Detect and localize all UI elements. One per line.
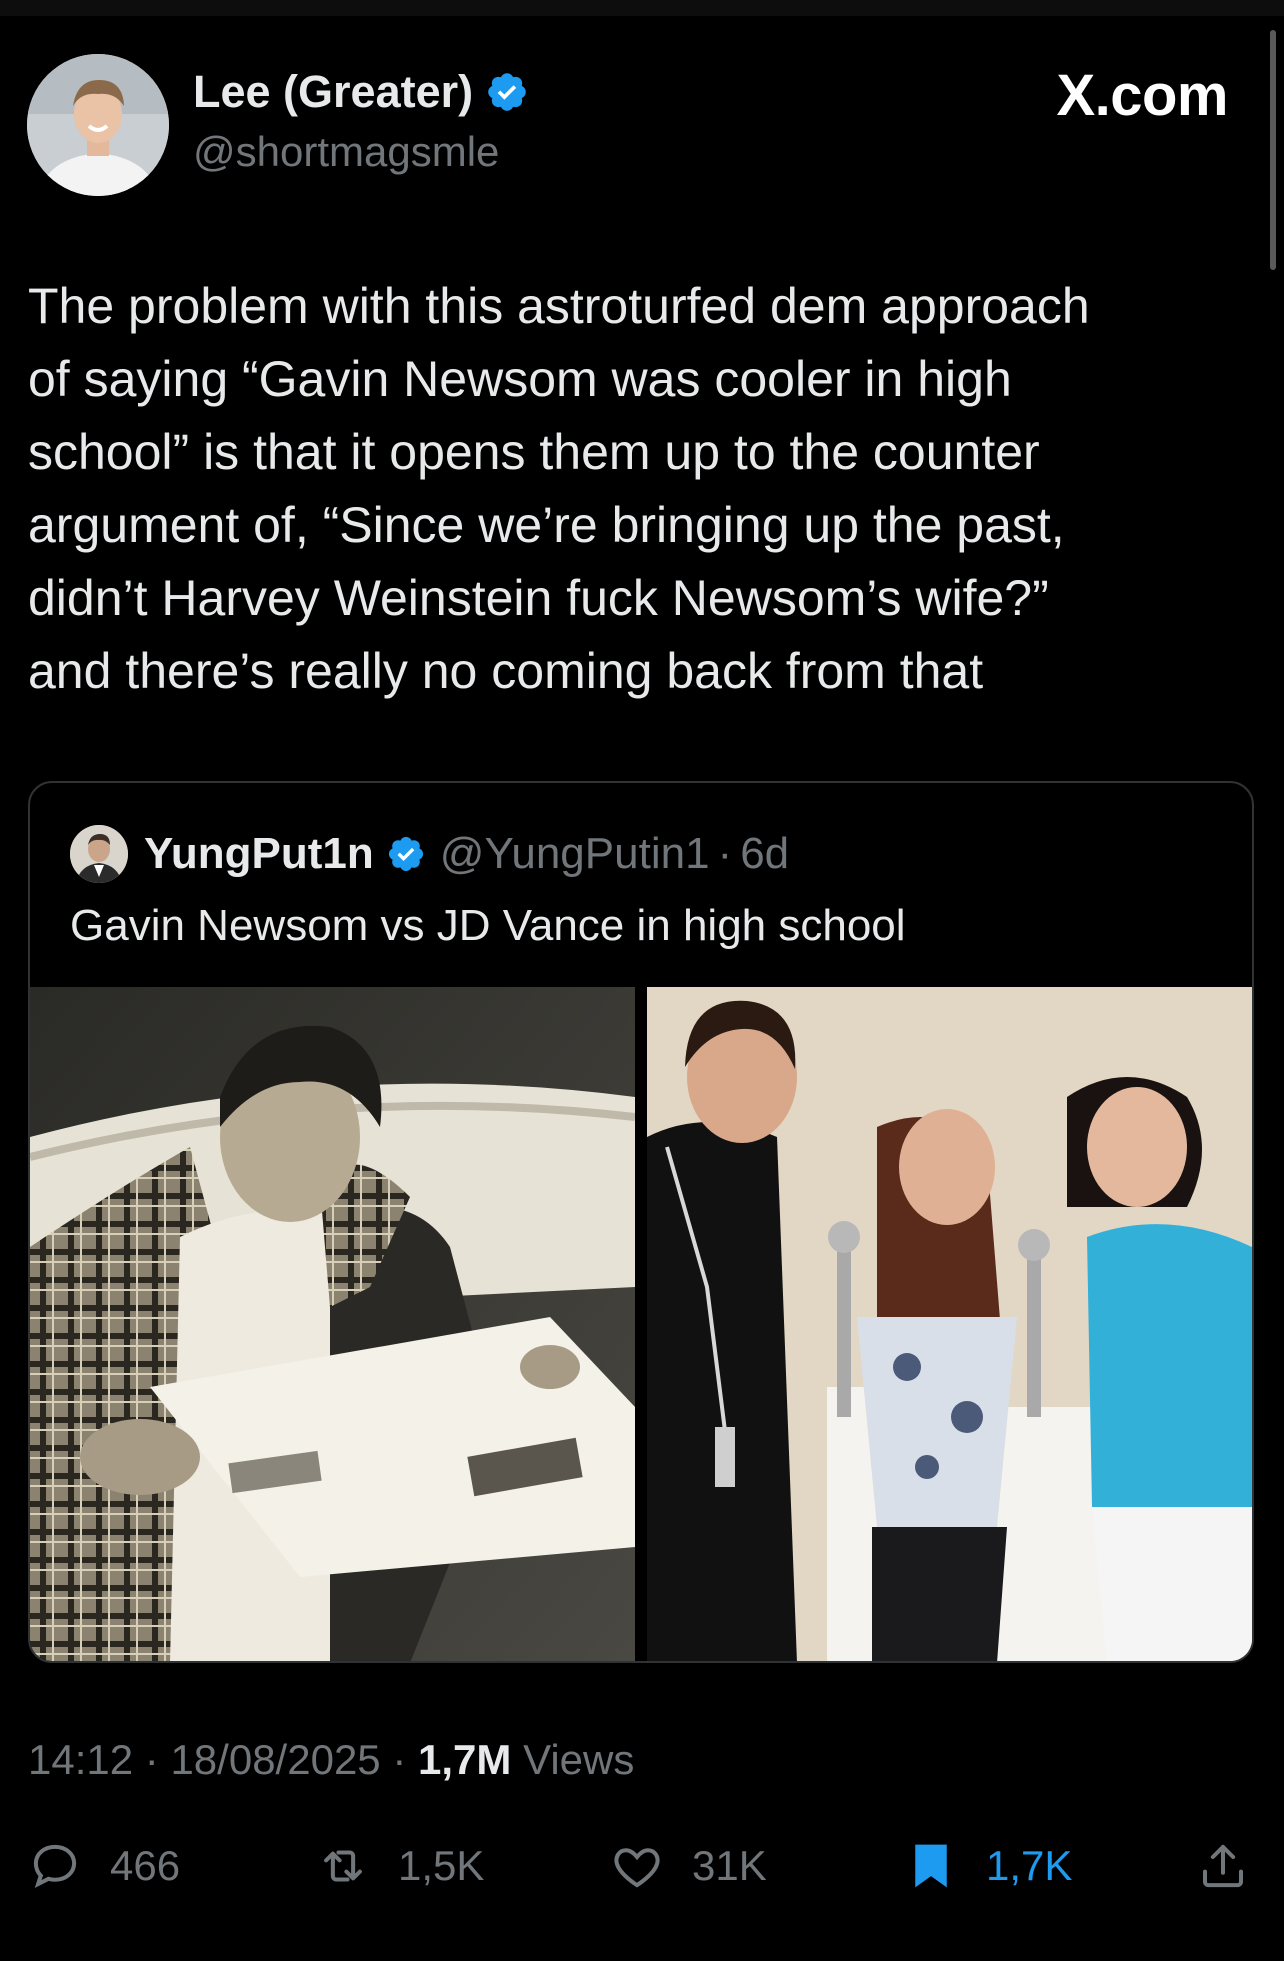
author-name-text[interactable]: Lee (Greater) — [193, 66, 473, 118]
bookmark-icon — [915, 1844, 947, 1888]
repost-button[interactable]: 1,5K — [316, 1836, 484, 1896]
share-icon — [1202, 1844, 1244, 1888]
share-button[interactable] — [1196, 1836, 1250, 1896]
author-avatar[interactable] — [27, 54, 169, 196]
scrollbar-thumb[interactable] — [1270, 30, 1276, 270]
quoted-author-name[interactable]: YungPut1n — [144, 829, 374, 879]
quoted-post-age[interactable]: 6d — [740, 829, 789, 879]
quoted-avatar-image — [70, 825, 128, 883]
media-photo-left[interactable] — [30, 987, 635, 1663]
repost-count: 1,5K — [398, 1842, 485, 1889]
like-count: 31K — [692, 1842, 767, 1889]
x-com-watermark: X.com — [1056, 63, 1228, 128]
status-bar-strip — [0, 0, 1284, 16]
quoted-post-card[interactable]: YungPut1n @YungPutin1 · 6d Gavin Newsom … — [28, 781, 1254, 1663]
post-date[interactable]: 18/08/2025 — [170, 1736, 380, 1783]
post-meta: 14:12 · 18/08/2025 · 1,7M Views — [28, 1736, 634, 1784]
bookmark-button[interactable]: 1,7K — [904, 1836, 1072, 1896]
quoted-author-handle[interactable]: @YungPutin1 — [440, 829, 710, 879]
quoted-post-header: YungPut1n @YungPutin1 · 6d — [144, 825, 789, 883]
media-photo-right[interactable] — [647, 987, 1252, 1663]
reply-icon — [33, 1844, 77, 1888]
reply-count: 466 — [110, 1842, 181, 1889]
quoted-post-media[interactable] — [30, 987, 1252, 1663]
repost-icon — [324, 1850, 362, 1882]
separator-dot: · — [392, 1736, 407, 1783]
post-time[interactable]: 14:12 — [28, 1736, 133, 1783]
quoted-post-text: Gavin Newsom vs JD Vance in high school — [70, 901, 906, 950]
quoted-author-avatar[interactable] — [70, 825, 128, 883]
author-handle[interactable]: @shortmagsmle — [193, 128, 499, 176]
separator-dot: · — [144, 1736, 159, 1783]
separator-dot: · — [717, 829, 733, 878]
like-button[interactable]: 31K — [610, 1836, 767, 1896]
tweet-text: The problem with this astroturfed dem ap… — [28, 278, 1090, 699]
verified-badge-icon — [488, 73, 526, 111]
views-count: 1,7M — [418, 1736, 512, 1783]
views-label: Views — [523, 1736, 635, 1783]
author-name[interactable]: Lee (Greater) — [193, 66, 529, 118]
action-bar: 466 1,5K 31K 1,7K — [28, 1836, 1254, 1896]
reply-button[interactable]: 466 — [28, 1836, 180, 1896]
like-icon — [614, 1848, 660, 1888]
verified-badge-icon — [388, 836, 423, 872]
bookmark-count: 1,7K — [986, 1842, 1073, 1889]
author-avatar-image — [27, 54, 169, 196]
